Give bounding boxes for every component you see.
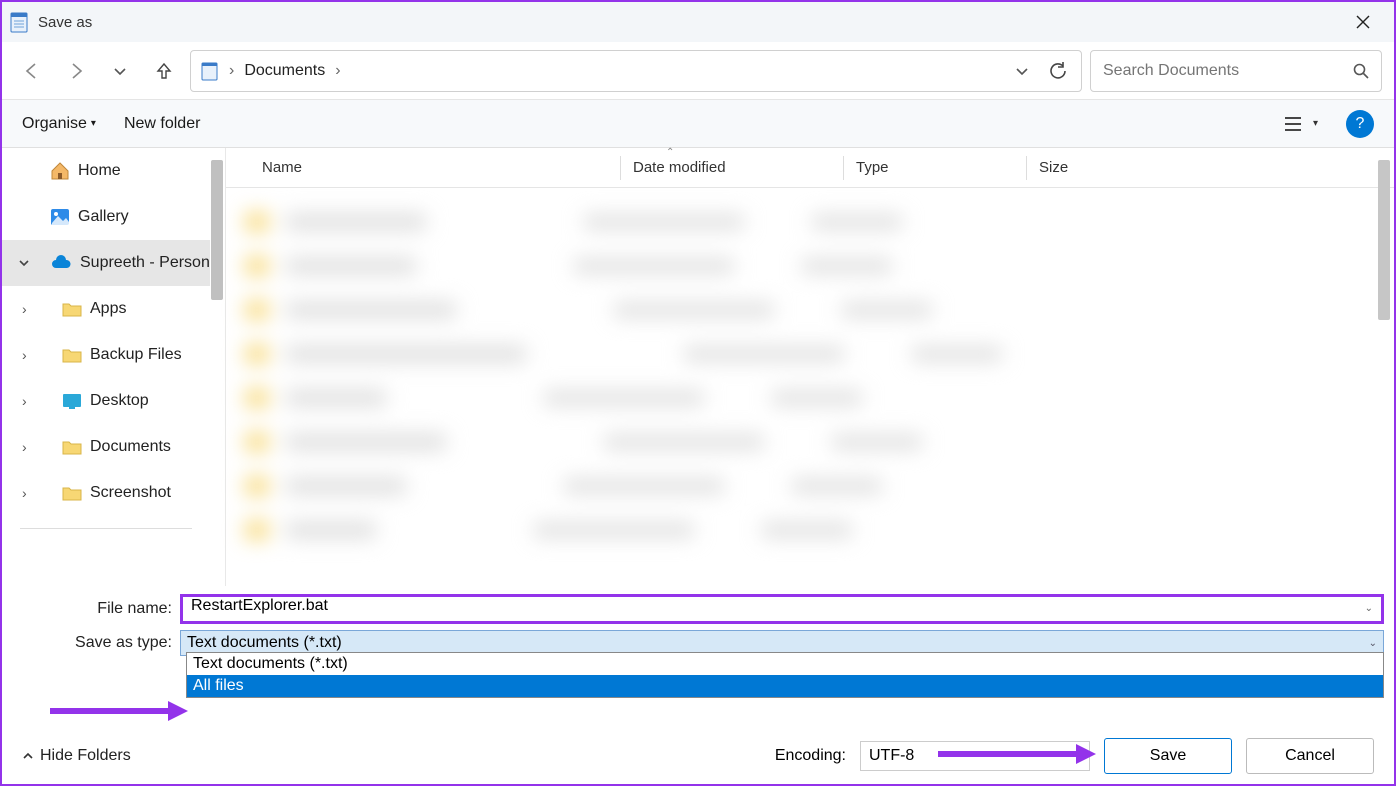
sidebar-label: Home bbox=[78, 162, 121, 180]
sidebar-label: Supreeth - Personal bbox=[80, 254, 210, 272]
dropdown-option-txt[interactable]: Text documents (*.txt) bbox=[187, 653, 1383, 675]
search-input[interactable] bbox=[1103, 62, 1353, 80]
main-area: Home Gallery Supreeth - Personal › Apps bbox=[2, 148, 1394, 586]
view-options-button[interactable]: ▾ bbox=[1285, 116, 1318, 132]
chevron-down-icon[interactable]: ⌄ bbox=[1365, 597, 1373, 614]
annotation-arrow bbox=[50, 699, 190, 723]
close-button[interactable] bbox=[1340, 6, 1386, 38]
filename-row: File name: RestartExplorer.bat ⌄ bbox=[2, 592, 1394, 626]
title-bar: Save as bbox=[2, 2, 1394, 42]
sidebar-item-desktop[interactable]: › Desktop bbox=[2, 378, 210, 424]
toolbar: Organise ▾ New folder ▾ ? bbox=[2, 100, 1394, 148]
history-dropdown[interactable] bbox=[1009, 58, 1035, 84]
column-date[interactable]: Date modified bbox=[633, 159, 843, 176]
sidebar-scrollbar[interactable] bbox=[211, 160, 223, 300]
search-box[interactable] bbox=[1090, 50, 1382, 92]
column-headers: Name Date modified Type Size bbox=[226, 148, 1394, 188]
expand-icon[interactable]: › bbox=[22, 301, 27, 317]
encoding-value: UTF-8 bbox=[869, 747, 914, 765]
window-title: Save as bbox=[38, 14, 1340, 31]
breadcrumb-location[interactable]: Documents bbox=[244, 62, 325, 80]
hide-folders-button[interactable]: Hide Folders bbox=[22, 747, 131, 765]
file-list-area: ⌃ Name Date modified Type Size bbox=[226, 148, 1394, 586]
annotation-arrow bbox=[938, 742, 1098, 766]
sidebar-item-screenshot[interactable]: › Screenshot bbox=[2, 470, 210, 516]
save-button[interactable]: Save bbox=[1104, 738, 1232, 774]
recent-locations-button[interactable] bbox=[102, 53, 138, 89]
chevron-up-icon bbox=[22, 750, 34, 762]
gallery-icon bbox=[50, 208, 70, 226]
back-button[interactable] bbox=[14, 53, 50, 89]
sidebar-label: Gallery bbox=[78, 208, 129, 226]
sidebar-label: Screenshot bbox=[90, 484, 171, 502]
navigation-pane: Home Gallery Supreeth - Personal › Apps bbox=[2, 148, 226, 586]
expand-icon[interactable]: › bbox=[22, 347, 27, 363]
folder-icon bbox=[62, 439, 82, 455]
sidebar-label: Backup Files bbox=[90, 346, 182, 364]
notepad-icon bbox=[10, 11, 28, 33]
dialog-footer: Hide Folders Encoding: UTF-8 Save Cancel bbox=[2, 728, 1394, 784]
help-button[interactable]: ? bbox=[1346, 110, 1374, 138]
saveastype-label: Save as type: bbox=[2, 634, 180, 652]
sidebar-item-onedrive[interactable]: Supreeth - Personal bbox=[2, 240, 210, 286]
encoding-label: Encoding: bbox=[775, 747, 846, 765]
filename-input[interactable]: RestartExplorer.bat ⌄ bbox=[180, 594, 1384, 624]
column-size[interactable]: Size bbox=[1039, 159, 1159, 176]
chevron-down-icon: ⌄ bbox=[1369, 638, 1377, 649]
save-as-dialog: Save as › Documents › Organise ▾ New fol… bbox=[0, 0, 1396, 786]
expand-icon[interactable]: › bbox=[22, 485, 27, 501]
sidebar-label: Desktop bbox=[90, 392, 149, 410]
expand-icon[interactable]: › bbox=[22, 439, 27, 455]
chevron-right-icon: › bbox=[229, 62, 234, 80]
expand-icon[interactable]: › bbox=[22, 393, 27, 409]
sidebar-item-gallery[interactable]: Gallery bbox=[2, 194, 210, 240]
sidebar-item-documents[interactable]: › Documents bbox=[2, 424, 210, 470]
filename-label: File name: bbox=[2, 600, 180, 618]
cancel-button[interactable]: Cancel bbox=[1246, 738, 1374, 774]
location-icon bbox=[201, 61, 219, 81]
sidebar-label: Documents bbox=[90, 438, 171, 456]
file-rows-blurred bbox=[226, 188, 1394, 564]
new-folder-button[interactable]: New folder bbox=[124, 115, 200, 133]
search-icon bbox=[1353, 63, 1369, 79]
saveastype-value: Text documents (*.txt) bbox=[187, 634, 342, 652]
forward-button[interactable] bbox=[58, 53, 94, 89]
sidebar-item-home[interactable]: Home bbox=[2, 148, 210, 194]
sidebar-label: Apps bbox=[90, 300, 126, 318]
hide-folders-label: Hide Folders bbox=[40, 747, 131, 765]
refresh-button[interactable] bbox=[1045, 58, 1071, 84]
collapse-icon[interactable] bbox=[18, 257, 30, 269]
sidebar-item-apps[interactable]: › Apps bbox=[2, 286, 210, 332]
cloud-icon bbox=[50, 255, 72, 271]
column-name[interactable]: Name bbox=[262, 159, 620, 176]
desktop-icon bbox=[62, 393, 82, 409]
address-bar[interactable]: › Documents › bbox=[190, 50, 1082, 92]
sort-indicator-icon: ⌃ bbox=[666, 147, 674, 158]
chevron-right-icon: › bbox=[335, 62, 340, 80]
folder-icon bbox=[62, 301, 82, 317]
organise-button[interactable]: Organise ▾ bbox=[22, 115, 96, 133]
filename-value: RestartExplorer.bat bbox=[191, 597, 328, 614]
folder-icon bbox=[62, 347, 82, 363]
navigation-bar: › Documents › bbox=[2, 42, 1394, 100]
folder-icon bbox=[62, 485, 82, 501]
up-button[interactable] bbox=[146, 53, 182, 89]
saveastype-dropdown: Text documents (*.txt) All files bbox=[186, 652, 1384, 698]
sidebar-item-backup[interactable]: › Backup Files bbox=[2, 332, 210, 378]
column-type[interactable]: Type bbox=[856, 159, 1026, 176]
file-list-scrollbar[interactable] bbox=[1378, 160, 1390, 320]
dropdown-option-allfiles[interactable]: All files bbox=[187, 675, 1383, 697]
home-icon bbox=[50, 162, 70, 180]
